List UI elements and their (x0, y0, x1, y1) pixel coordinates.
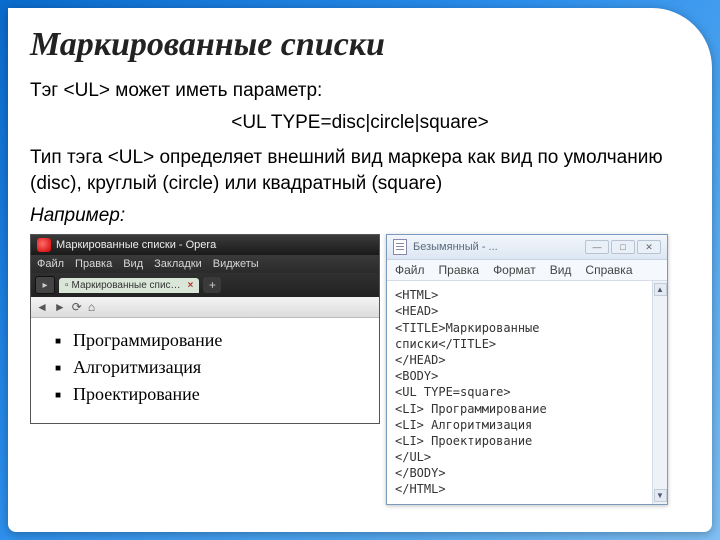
opera-menu-widgets[interactable]: Виджеты (213, 258, 259, 270)
np-menu-edit[interactable]: Правка (439, 263, 480, 277)
opera-tabstrip: ▸ ▫ Маркированные спис… × + (31, 273, 379, 297)
reload-button[interactable]: ⟳ (72, 300, 82, 314)
notepad-window-title: Безымянный - ... (413, 241, 579, 253)
opera-menu-bookmarks[interactable]: Закладки (154, 258, 202, 270)
paragraph-1: Тэг <UL> может иметь параметр: (30, 78, 690, 104)
opera-panel-button[interactable]: ▸ (35, 276, 55, 294)
list-item: Проектирование (55, 384, 369, 405)
slide-title: Маркированные списки (30, 26, 690, 64)
minimize-button[interactable]: — (585, 240, 609, 254)
paragraph-4: Например: (30, 203, 690, 229)
bulleted-list: Программирование Алгоритмизация Проектир… (41, 330, 369, 405)
notepad-app-icon (393, 239, 407, 255)
opera-tab-active[interactable]: ▫ Маркированные спис… × (59, 278, 199, 293)
close-tab-icon[interactable]: × (188, 280, 194, 291)
back-button[interactable]: ◄ (36, 300, 48, 314)
scrollbar-vertical[interactable]: ▲ ▼ (652, 281, 667, 503)
notepad-window: Безымянный - ... — □ ✕ Файл Правка Форма… (386, 234, 668, 504)
opera-menu-file[interactable]: Файл (37, 258, 64, 270)
paragraph-2: <UL TYPE=disc|circle|square> (30, 110, 690, 136)
list-item: Программирование (55, 330, 369, 351)
notepad-textarea[interactable]: <HTML> <HEAD> <TITLE>Маркированные списк… (387, 281, 652, 503)
opera-window-title: Маркированные списки - Opera (56, 239, 216, 251)
opera-titlebar: Маркированные списки - Opera (31, 235, 379, 255)
notepad-titlebar: Безымянный - ... — □ ✕ (387, 235, 667, 260)
windows-row: Маркированные списки - Opera Файл Правка… (30, 234, 690, 504)
slide-card: Маркированные списки Тэг <UL> может имет… (8, 8, 712, 532)
opera-logo-icon (37, 238, 51, 252)
opera-menubar: Файл Правка Вид Закладки Виджеты (31, 255, 379, 273)
notepad-menubar: Файл Правка Формат Вид Справка (387, 260, 667, 281)
np-menu-view[interactable]: Вид (550, 263, 572, 277)
maximize-button[interactable]: □ (611, 240, 635, 254)
np-menu-help[interactable]: Справка (585, 263, 632, 277)
home-button[interactable]: ⌂ (88, 300, 95, 314)
np-menu-file[interactable]: Файл (395, 263, 425, 277)
opera-menu-edit[interactable]: Правка (75, 258, 112, 270)
forward-button[interactable]: ► (54, 300, 66, 314)
close-button[interactable]: ✕ (637, 240, 661, 254)
opera-menu-view[interactable]: Вид (123, 258, 143, 270)
paragraph-3: Тип тэга <UL> определяет внешний вид мар… (30, 145, 690, 196)
scroll-track[interactable] (654, 296, 667, 488)
opera-page-content: Программирование Алгоритмизация Проектир… (31, 318, 379, 423)
window-controls: — □ ✕ (585, 240, 661, 254)
np-menu-format[interactable]: Формат (493, 263, 536, 277)
page-icon: ▫ (65, 280, 69, 291)
opera-toolbar: ◄ ► ⟳ ⌂ (31, 297, 379, 318)
opera-window: Маркированные списки - Opera Файл Правка… (30, 234, 380, 424)
scroll-up-icon[interactable]: ▲ (654, 283, 667, 296)
scroll-down-icon[interactable]: ▼ (654, 489, 667, 502)
notepad-body: <HTML> <HEAD> <TITLE>Маркированные списк… (387, 281, 667, 503)
list-item: Алгоритмизация (55, 357, 369, 378)
new-tab-button[interactable]: + (203, 277, 221, 293)
opera-tab-label: Маркированные спис… (72, 280, 181, 291)
